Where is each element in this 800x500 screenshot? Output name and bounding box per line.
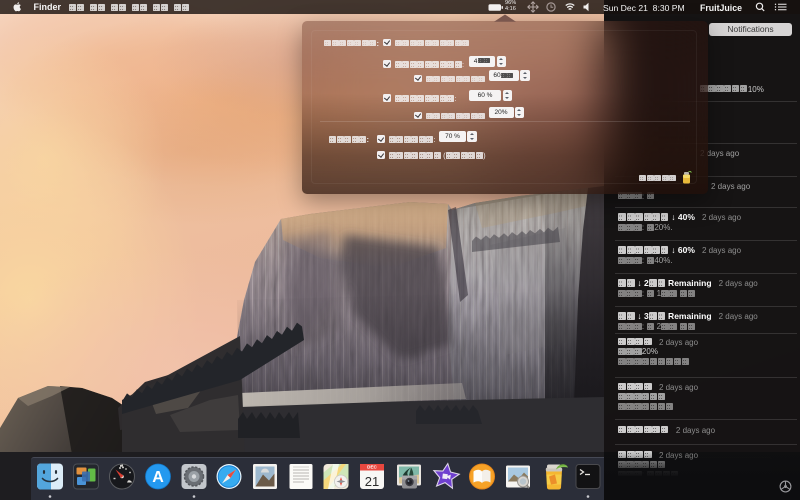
svg-text:DEC: DEC (367, 465, 377, 470)
svg-text:21: 21 (365, 474, 379, 489)
svg-text:A: A (152, 469, 164, 486)
